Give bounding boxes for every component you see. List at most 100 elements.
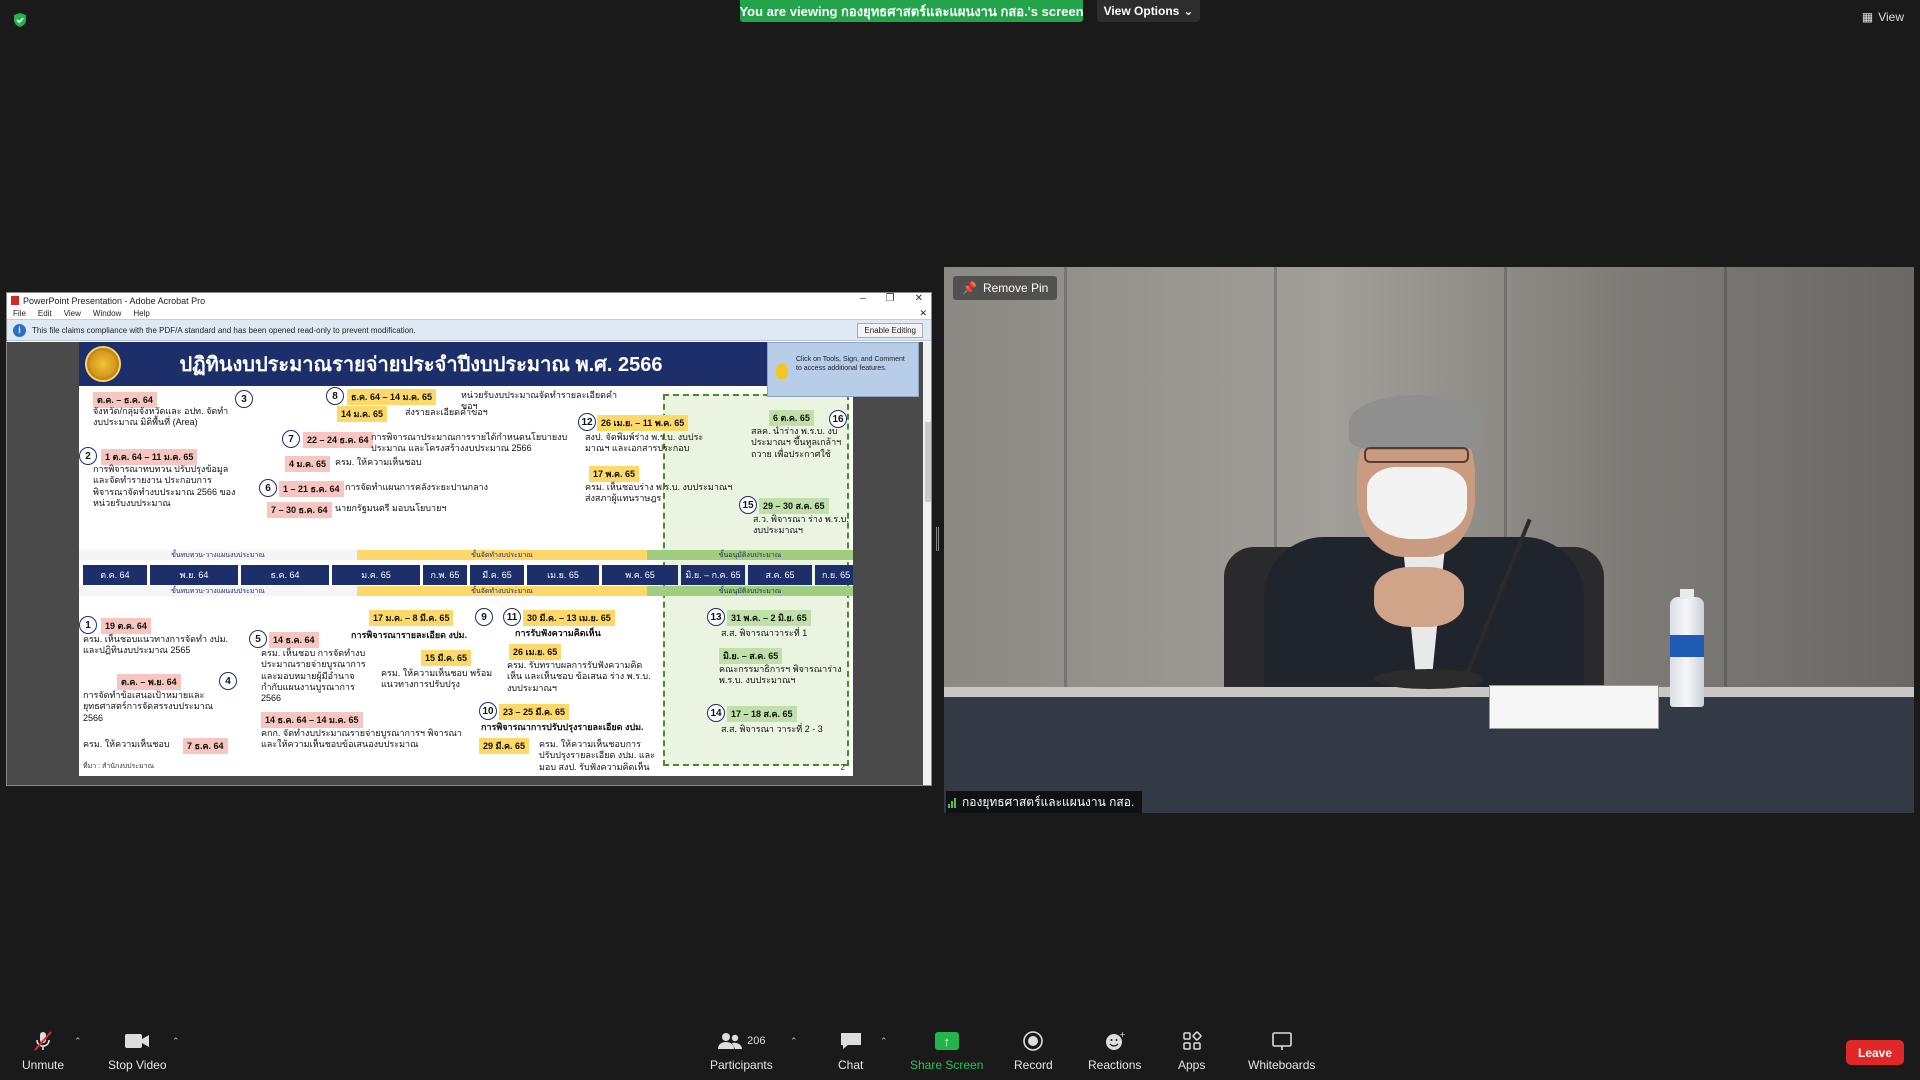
event-date: 31 พ.ค. – 2 มิ.ย. 65 [727,610,811,626]
event-text: ส.ว. พิจารณา ร่าง พ.ร.บ. งบประมาณฯ [753,514,849,536]
menu-file[interactable]: File [13,309,26,318]
speaker-glasses [1364,447,1469,463]
reactions-button[interactable]: + Reactions [1088,1030,1141,1072]
event-date: ต.ค. – พ.ย. 64 [117,674,181,690]
document-viewport[interactable]: ปฏิทินงบประมาณรายจ่ายประจำปีงบประมาณ พ.ศ… [7,342,931,785]
stop-video-button[interactable]: Stop Video [108,1030,167,1072]
month-cell: ก.ย. 65 [815,565,853,585]
event-text: คกก. จัดทำงบประมาณรายจ่ายบูรณาการฯ พิจาร… [261,728,462,750]
event-number: 4 [219,672,237,690]
event-date: 1 – 21 ธ.ค. 64 [279,481,344,497]
view-options-label: View Options [1103,4,1180,18]
record-button[interactable]: Record [1014,1030,1053,1072]
event-date: 26 เม.ย. 65 [509,644,562,660]
month-cell: มี.ค. 65 [470,565,524,585]
event-number: 8 [326,387,344,405]
event-text: การพิจารณาทบทวน ปรับปรุงข้อมูล และจัดทำร… [93,464,236,508]
apps-icon [1182,1030,1202,1052]
event-text: ครม. เห็นชอบร่าง พ.ร.บ. งบประมาณฯ ส่งสภา… [585,482,733,504]
unmute-label: Unmute [22,1058,65,1072]
event-text: การจัดทำแผนการคลังระยะปานกลาง [345,482,489,492]
month-cell: พ.ค. 65 [602,565,678,585]
minimize-icon[interactable]: – [860,293,866,304]
speaker-hair [1349,395,1484,450]
phase-label: ขั้นอนุมัติงบประมาณ [647,550,853,560]
event-text: ครม. เห็นชอบ การจัดทำงบประมาณรายจ่ายบูรณ… [261,648,366,703]
menu-edit[interactable]: Edit [38,309,52,318]
month-cell: พ.ย. 64 [150,565,238,585]
chat-button[interactable]: Chat [838,1030,863,1072]
phase-label: ขั้นจัดทำงบประมาณ [357,550,647,560]
event-number: 13 [707,608,725,626]
event-date: 14 ธ.ค. 64 [269,632,319,648]
phase-bar-top: ขั้นทบทวน-วางแผนงบประมาณ ขั้นจัดทำงบประม… [79,550,853,560]
chat-bubble-icon [839,1030,863,1052]
leave-button[interactable]: Leave [1846,1040,1904,1065]
menu-window[interactable]: Window [93,309,121,318]
restore-icon[interactable]: ❐ [886,293,895,304]
signal-strength-icon [948,797,956,808]
audio-options-caret-icon[interactable]: ⌃ [74,1036,82,1047]
pin-icon: 📌 [962,281,977,295]
phase-label: ขั้นทบทวน-วางแผนงบประมาณ [79,586,357,596]
bottle-cap [1680,589,1694,599]
video-options-caret-icon[interactable]: ⌃ [172,1036,180,1047]
menu-view[interactable]: View [64,309,81,318]
chevron-down-icon: ⌄ [1183,4,1194,18]
vertical-scrollbar[interactable] [923,342,931,785]
unmute-button[interactable]: Unmute [22,1030,64,1072]
slide-page-number: 2 [840,763,845,772]
participants-label: Participants [710,1058,773,1072]
month-cell: ธ.ค. 64 [241,565,329,585]
whiteboards-button[interactable]: Whiteboards [1248,1030,1315,1072]
view-button[interactable]: ▦ View [1862,10,1904,24]
slide-header: ปฏิทินงบประมาณรายจ่ายประจำปีงบประมาณ พ.ศ… [79,342,853,386]
event-text: ครม. ให้ความเห็นชอบ [83,739,170,749]
nameplate [1489,685,1659,729]
phase-label: ขั้นทบทวน-วางแผนงบประมาณ [79,550,357,560]
participant-video-tile[interactable]: 📌 Remove Pin กองยุทธศาสตร์และแผนงาน กสอ. [944,267,1914,813]
bottle-label [1670,635,1704,657]
slide-source: ที่มา : สำนักงบประมาณ [83,763,155,770]
microphone-base [1374,669,1484,689]
split-resize-handle[interactable] [936,527,939,551]
event-date: 7 – 30 ธ.ค. 64 [267,502,332,518]
month-row: ต.ค. 64 พ.ย. 64 ธ.ค. 64 ม.ค. 65 ก.พ. 65 … [83,565,853,585]
participants-button[interactable]: 206 Participants [710,1030,773,1072]
water-bottle [1670,589,1704,707]
participant-name-label: กองยุทธศาสตร์และแผนงาน กสอ. [946,791,1143,813]
share-screen-label: Share Screen [910,1058,984,1072]
close-document-icon[interactable]: ✕ [919,308,927,319]
apps-label: Apps [1178,1058,1206,1072]
menu-help[interactable]: Help [133,309,149,318]
event-number: 6 [259,479,277,497]
budget-bureau-emblem [85,346,121,382]
event-text: นายกรัฐมนตรี มอบนโยบายฯ [335,503,447,513]
month-cell: ส.ค. 65 [748,565,812,585]
event-text: ครม. เห็นชอบแนวทางการจัดทำ งปม. และปฏิทิ… [83,634,229,656]
window-title: PowerPoint Presentation - Adobe Acrobat … [23,295,206,306]
month-cell: ม.ค. 65 [332,565,420,585]
event-number: 11 [503,608,521,626]
close-icon[interactable]: ✕ [915,293,923,304]
event-date: 15 มี.ค. 65 [421,650,471,666]
view-label: View [1878,10,1904,24]
enable-editing-button[interactable]: Enable Editing [857,323,923,338]
event-date: 19 ต.ค. 64 [101,618,151,634]
viewing-banner: You are viewing กองยุทธศาสตร์และแผนงาน ก… [739,0,1084,22]
slide-page: ปฏิทินงบประมาณรายจ่ายประจำปีงบประมาณ พ.ศ… [79,342,853,776]
apps-button[interactable]: Apps [1178,1030,1205,1072]
share-screen-button[interactable]: ↑ Share Screen [910,1030,983,1072]
microphone-muted-icon [32,1030,54,1052]
remove-pin-button[interactable]: 📌 Remove Pin [953,276,1058,300]
participants-caret-icon[interactable]: ⌃ [790,1036,798,1047]
scrollbar-thumb[interactable] [925,422,931,502]
chat-caret-icon[interactable]: ⌃ [880,1036,888,1047]
shield-check-icon[interactable] [12,12,28,28]
grid-view-icon: ▦ [1861,10,1874,24]
event-text: ครม. ให้ความเห็นชอบการปรับปรุงรายละเอียด… [539,739,656,772]
view-options-button[interactable]: View Options ⌄ [1097,0,1200,22]
tools-tip-box[interactable]: Click on Tools, Sign, and Comment to acc… [767,342,919,397]
chat-label: Chat [838,1058,864,1072]
whiteboard-icon [1271,1030,1293,1052]
